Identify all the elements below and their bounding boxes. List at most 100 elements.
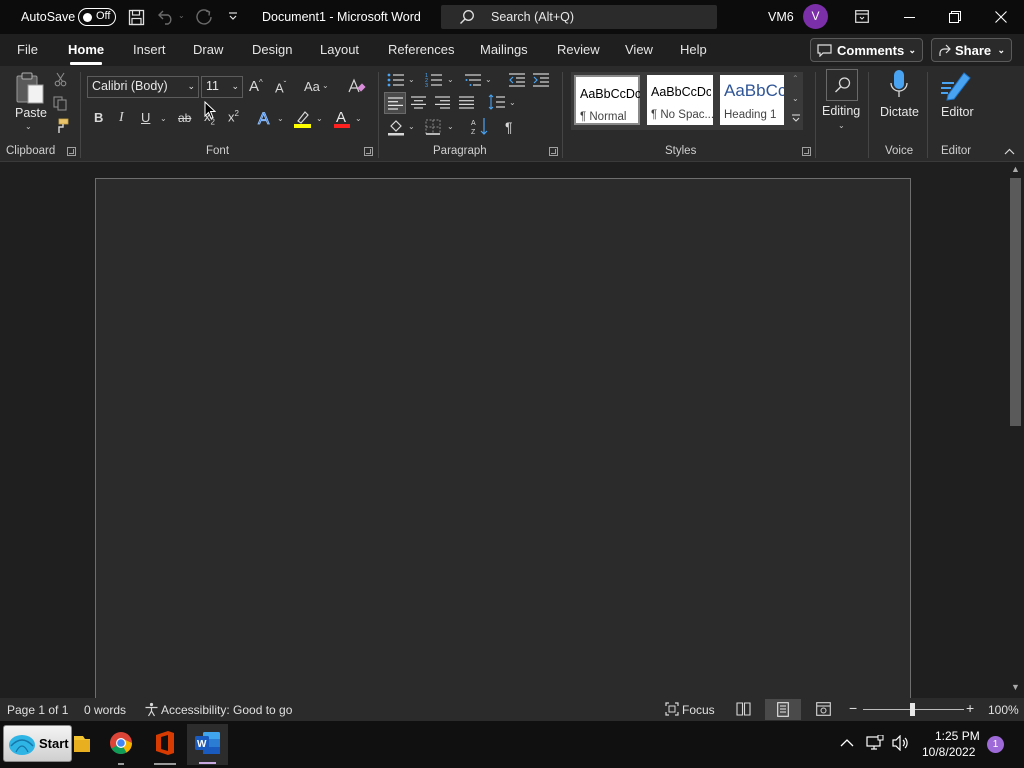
tab-mailings[interactable]: Mailings: [480, 42, 528, 57]
shrink-font-icon[interactable]: Aˇ: [275, 81, 286, 95]
clear-formatting-icon[interactable]: [347, 78, 366, 95]
tab-layout[interactable]: Layout: [320, 42, 359, 57]
ribbon-display-options-icon[interactable]: [855, 10, 869, 23]
sort-icon[interactable]: A Z: [470, 117, 490, 136]
clock-date[interactable]: 10/8/2022: [922, 745, 975, 759]
borders-icon[interactable]: [425, 119, 441, 135]
editing-label[interactable]: Editing: [822, 104, 860, 118]
print-layout-button[interactable]: [765, 699, 801, 720]
focus-label[interactable]: Focus: [682, 703, 715, 717]
paste-dropdown-icon[interactable]: ⌄: [25, 122, 32, 131]
read-mode-icon[interactable]: [736, 702, 751, 716]
word-taskbar-button[interactable]: W: [187, 724, 228, 765]
save-icon[interactable]: [128, 9, 145, 26]
paste-label[interactable]: Paste: [15, 106, 47, 120]
line-spacing-icon[interactable]: [488, 94, 506, 110]
tab-file[interactable]: File: [17, 42, 38, 57]
redo-icon[interactable]: [195, 8, 213, 26]
search-box[interactable]: Search (Alt+Q): [441, 5, 717, 29]
multilevel-dropdown-icon[interactable]: ⌄: [485, 75, 492, 84]
tab-design[interactable]: Design: [252, 42, 292, 57]
bullets-icon[interactable]: [387, 72, 405, 88]
highlight-icon[interactable]: [293, 109, 313, 129]
microphone-icon[interactable]: [888, 69, 910, 101]
scrollbar-thumb[interactable]: [1010, 178, 1021, 426]
cut-icon[interactable]: [54, 72, 67, 87]
tab-help[interactable]: Help: [680, 42, 707, 57]
accessibility-status[interactable]: Accessibility: Good to go: [161, 703, 292, 717]
customize-toolbar-icon[interactable]: [228, 11, 238, 21]
highlight-dropdown-icon[interactable]: ⌄: [316, 114, 323, 123]
line-spacing-dropdown-icon[interactable]: ⌄: [509, 98, 516, 107]
numbering-icon[interactable]: 1 2 3: [425, 72, 443, 88]
undo-dropdown-icon[interactable]: ⌄: [178, 11, 185, 20]
text-effects-icon[interactable]: A: [256, 108, 274, 128]
close-button[interactable]: [978, 0, 1024, 34]
underline-dropdown-icon[interactable]: ⌄: [160, 114, 167, 123]
font-size-box[interactable]: 11 ⌄: [201, 76, 243, 98]
font-name-box[interactable]: Calibri (Body) ⌄: [87, 76, 199, 98]
bullets-dropdown-icon[interactable]: ⌄: [408, 75, 415, 84]
autosave-toggle[interactable]: Off: [78, 8, 116, 26]
tab-view[interactable]: View: [625, 42, 653, 57]
editing-dropdown-icon[interactable]: ⌄: [838, 121, 845, 130]
align-right-icon[interactable]: [435, 96, 450, 109]
chrome-icon[interactable]: [108, 730, 134, 756]
show-hidden-icons-icon[interactable]: [840, 738, 854, 747]
style-no-spacing[interactable]: AaBbCcDc ¶ No Spac...: [647, 75, 713, 125]
zoom-slider-thumb[interactable]: [910, 703, 915, 716]
restore-button[interactable]: [932, 0, 978, 34]
justify-icon[interactable]: [459, 96, 474, 109]
avatar[interactable]: V: [803, 4, 828, 29]
office-icon[interactable]: [152, 730, 178, 756]
scroll-down-icon[interactable]: ▼: [1009, 682, 1022, 694]
editor-label[interactable]: Editor: [941, 105, 974, 119]
share-button[interactable]: Share ⌄: [931, 38, 1012, 62]
tab-references[interactable]: References: [388, 42, 454, 57]
shading-dropdown-icon[interactable]: ⌄: [408, 122, 415, 131]
strikethrough-icon[interactable]: ab: [178, 112, 191, 124]
comments-button[interactable]: Comments ⌄: [810, 38, 923, 62]
document-page[interactable]: [95, 178, 911, 708]
page-count[interactable]: Page 1 of 1: [7, 703, 68, 717]
focus-icon[interactable]: [665, 702, 679, 716]
zoom-level[interactable]: 100%: [988, 703, 1019, 717]
zoom-in-button[interactable]: +: [966, 700, 974, 716]
paragraph-launcher-icon[interactable]: [549, 147, 558, 156]
align-left-button[interactable]: [384, 92, 406, 114]
numbering-dropdown-icon[interactable]: ⌄: [447, 75, 454, 84]
shading-icon[interactable]: [387, 118, 405, 136]
bold-icon[interactable]: B: [94, 111, 103, 124]
styles-launcher-icon[interactable]: [802, 147, 811, 156]
increase-indent-icon[interactable]: [532, 72, 550, 88]
font-launcher-icon[interactable]: [364, 147, 373, 156]
zoom-out-button[interactable]: −: [849, 700, 857, 716]
paste-icon[interactable]: [14, 71, 46, 105]
style-normal[interactable]: AaBbCcDc ¶ Normal: [574, 75, 640, 125]
tab-draw[interactable]: Draw: [193, 42, 223, 57]
tab-home[interactable]: Home: [68, 42, 104, 57]
network-icon[interactable]: [866, 735, 884, 751]
scroll-up-icon[interactable]: ▲: [1009, 164, 1022, 176]
show-formatting-marks-icon[interactable]: ¶: [505, 120, 513, 134]
accessibility-icon[interactable]: [144, 702, 159, 717]
minimize-button[interactable]: [886, 0, 932, 34]
superscript-icon[interactable]: x2: [228, 110, 239, 124]
collapse-ribbon-icon[interactable]: [1004, 148, 1015, 156]
editing-button[interactable]: [826, 69, 858, 101]
format-painter-icon[interactable]: [53, 118, 69, 134]
styles-more-icon[interactable]: [791, 113, 801, 123]
underline-icon[interactable]: U: [141, 111, 150, 124]
file-explorer-icon[interactable]: [74, 730, 100, 756]
borders-dropdown-icon[interactable]: ⌄: [447, 122, 454, 131]
notification-badge[interactable]: 1: [987, 736, 1004, 753]
change-case-icon[interactable]: Aa: [304, 80, 320, 93]
italic-icon[interactable]: I: [119, 111, 124, 125]
editor-icon[interactable]: [940, 69, 974, 101]
word-count[interactable]: 0 words: [84, 703, 126, 717]
clock-time[interactable]: 1:25 PM: [935, 729, 980, 743]
volume-icon[interactable]: [892, 735, 910, 751]
styles-scroll-up-icon[interactable]: ⌃: [792, 74, 799, 83]
dictate-label[interactable]: Dictate: [880, 105, 919, 119]
change-case-dropdown-icon[interactable]: ⌄: [322, 81, 329, 90]
